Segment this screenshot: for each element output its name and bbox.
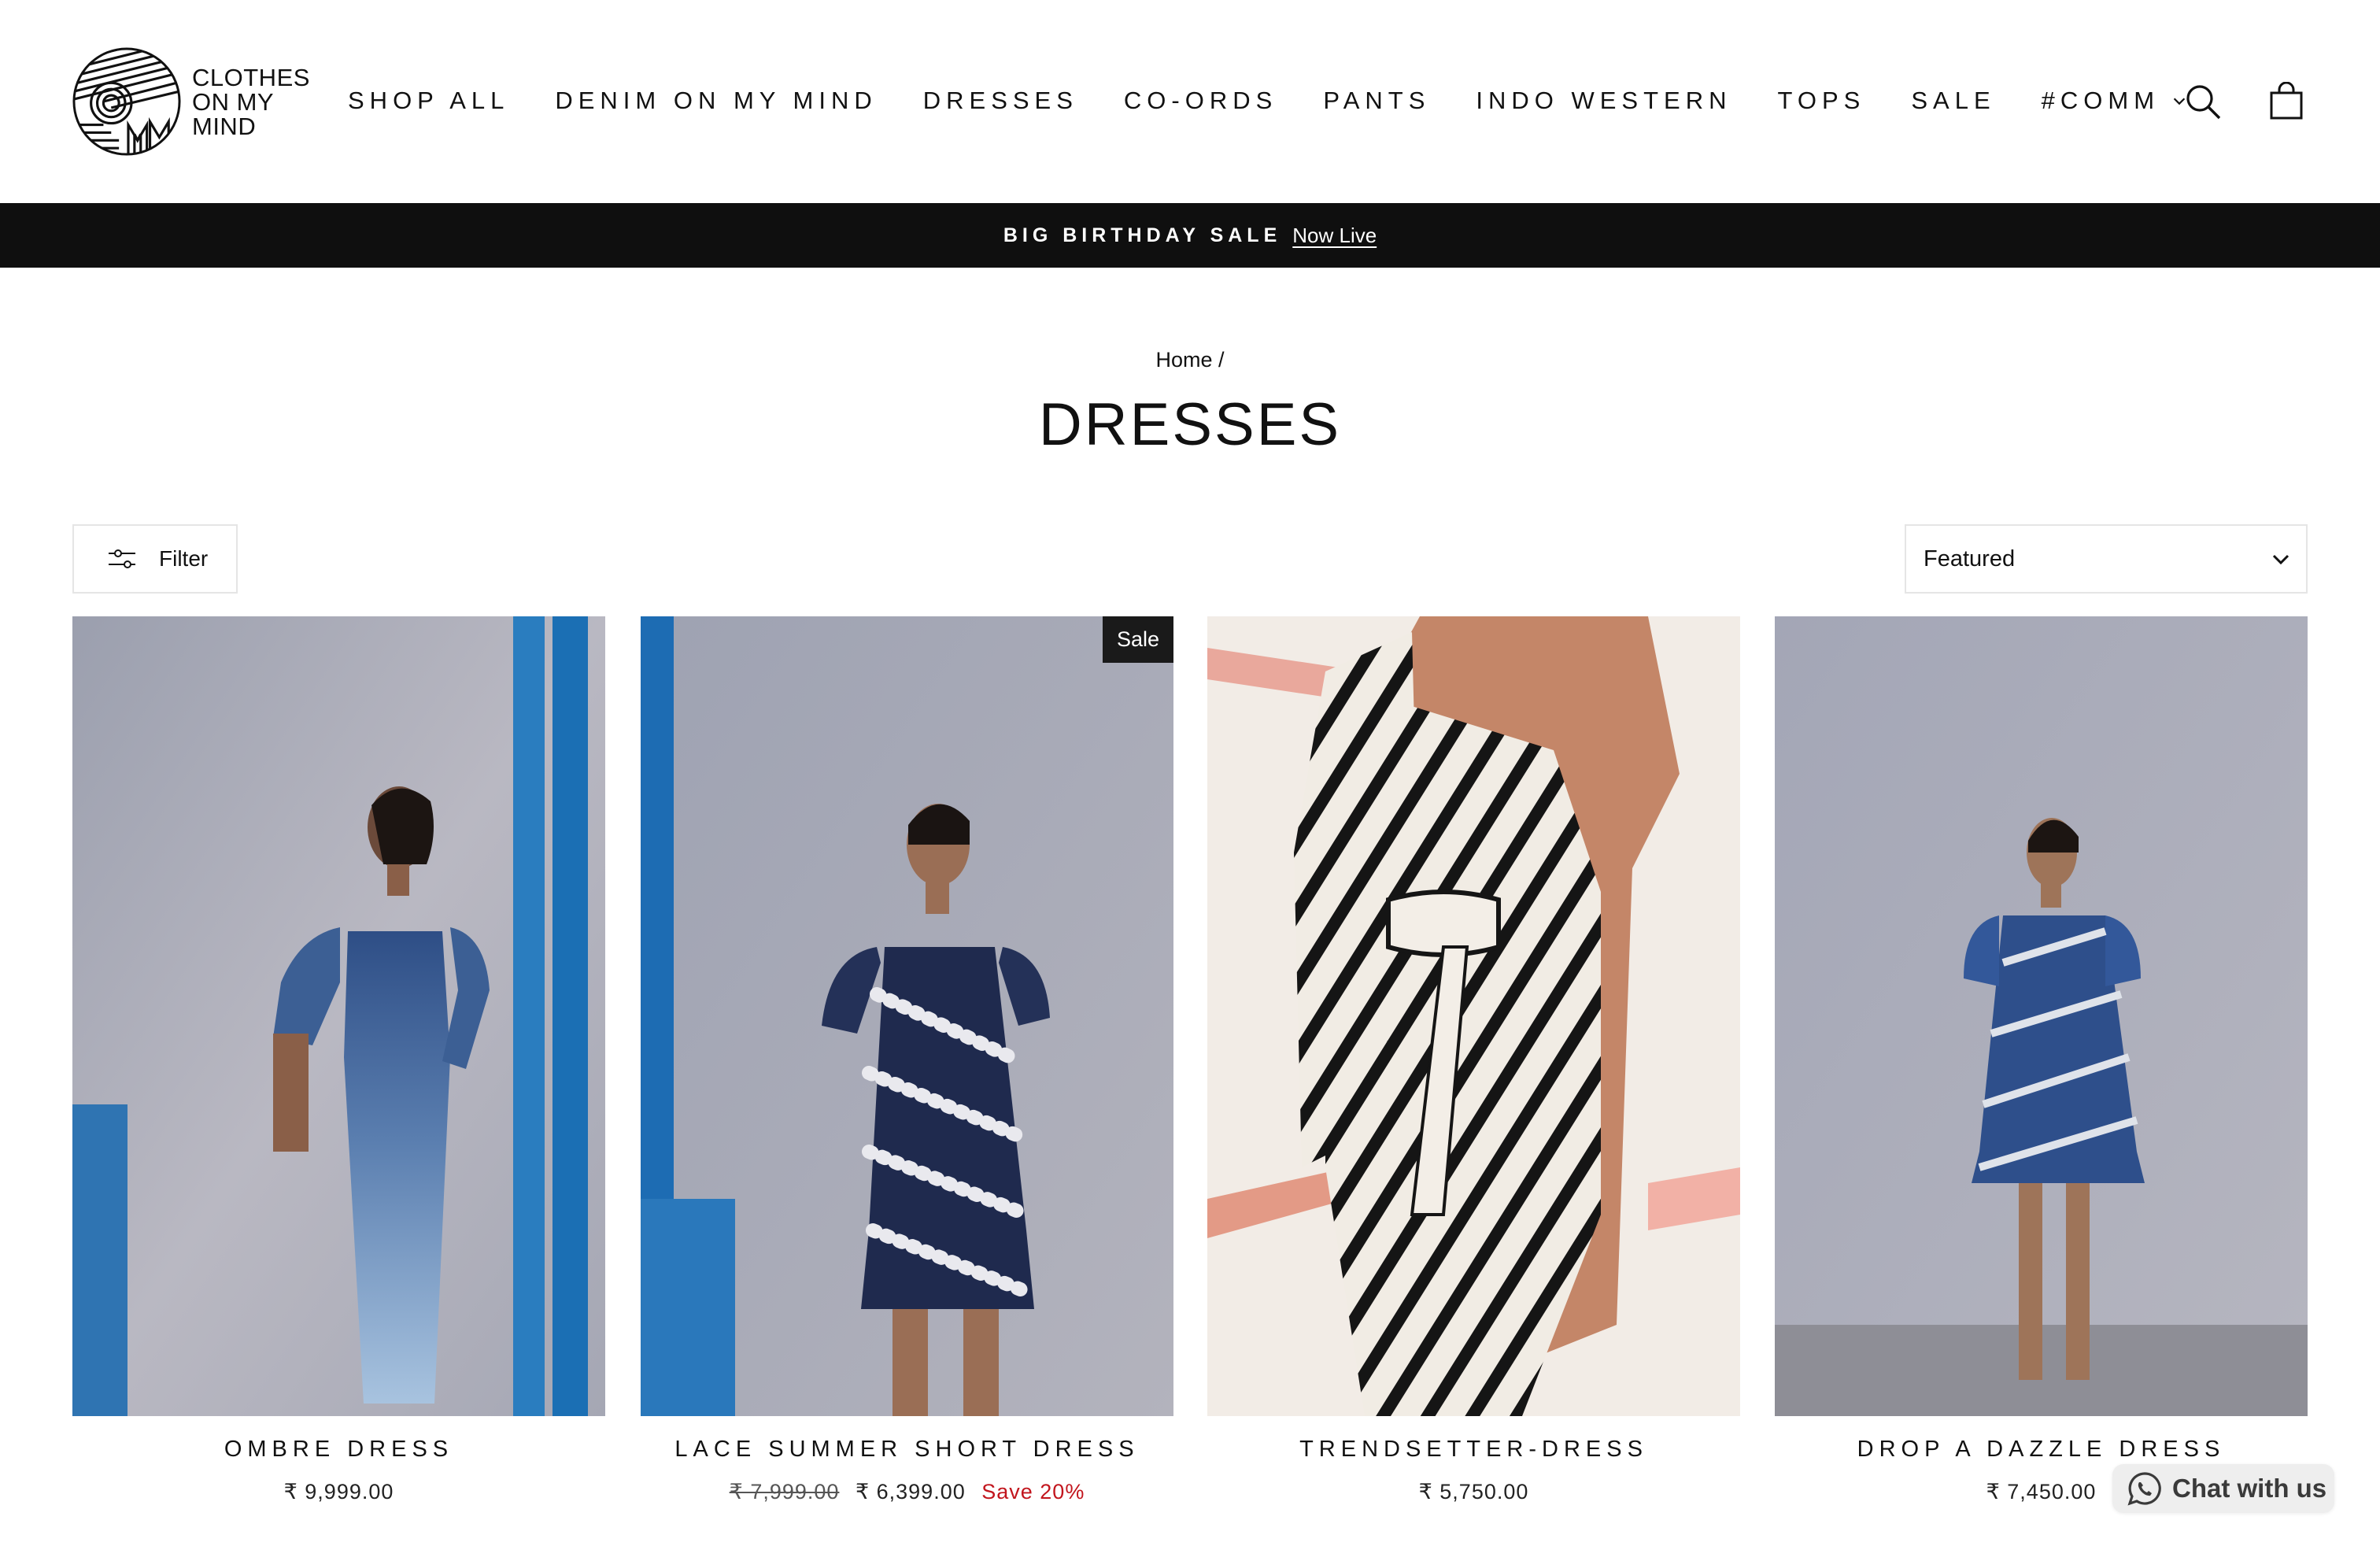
product-photo <box>72 616 605 1416</box>
breadcrumb-separator: / <box>1218 348 1225 372</box>
brand-logo-text: CLOTHES ON MY MIND <box>192 65 310 139</box>
product-image[interactable] <box>1775 616 2308 1416</box>
product-price: ₹ 5,750.00 <box>1207 1480 1740 1504</box>
chat-with-us-button[interactable]: Chat with us <box>2112 1464 2334 1513</box>
product-save-label: Save 20% <box>981 1480 1085 1503</box>
sort-select[interactable]: Featured <box>1905 524 2308 594</box>
product-photo <box>641 616 1173 1416</box>
product-compare-price: ₹ 7,999.00 <box>729 1480 840 1503</box>
brand-logo-line: CLOTHES <box>192 63 310 91</box>
product-current-price: ₹ 5,750.00 <box>1418 1480 1529 1503</box>
product-image[interactable] <box>1207 616 1740 1416</box>
nav-item-denim-on-my-mind[interactable]: DENIM ON MY MIND <box>555 87 877 115</box>
page-title: DRESSES <box>1038 391 1342 458</box>
product-name[interactable]: OMBRE DRESS <box>72 1437 605 1463</box>
product-image[interactable] <box>72 616 605 1416</box>
breadcrumb-home-link[interactable]: Home <box>1155 348 1212 372</box>
chevron-down-icon <box>2272 554 2289 565</box>
brand-logo-line: ON MY <box>192 87 275 116</box>
announcement-link[interactable]: Now Live <box>1292 224 1377 248</box>
product-card[interactable]: TRENDSETTER-DRESS ₹ 5,750.00 <box>1207 616 1740 1504</box>
product-card[interactable]: DROP A DAZZLE DRESS ₹ 7,450.00 <box>1775 616 2308 1504</box>
product-current-price: ₹ 7,450.00 <box>1986 1480 2097 1503</box>
product-price: ₹ 7,999.00 ₹ 6,399.00 Save 20% <box>641 1480 1173 1504</box>
product-photo <box>1775 616 2308 1416</box>
product-card[interactable]: OMBRE DRESS ₹ 9,999.00 <box>72 616 605 1504</box>
nav-item-pants[interactable]: PANTS <box>1323 87 1430 115</box>
product-price: ₹ 9,999.00 <box>72 1480 605 1504</box>
nav-item-comm[interactable]: #COMM <box>2042 87 2188 115</box>
product-name[interactable]: DROP A DAZZLE DRESS <box>1775 1437 2308 1463</box>
nav-item-tops[interactable]: TOPS <box>1778 87 1866 115</box>
product-photo <box>1207 616 1740 1416</box>
search-icon[interactable] <box>2183 82 2223 121</box>
sale-badge: Sale <box>1102 616 1173 663</box>
nav-item-indo-western[interactable]: INDO WESTERN <box>1476 87 1731 115</box>
whatsapp-icon <box>2127 1472 2161 1506</box>
nav-item-sale[interactable]: SALE <box>1911 87 1995 115</box>
product-current-price: ₹ 6,399.00 <box>855 1480 966 1503</box>
nav-item-shop-all[interactable]: SHOP ALL <box>348 87 509 115</box>
shopping-bag-icon[interactable] <box>2267 82 2306 121</box>
product-name[interactable]: LACE SUMMER SHORT DRESS <box>641 1437 1173 1463</box>
nav-item-dresses[interactable]: DRESSES <box>923 87 1078 115</box>
site-header: CLOTHES ON MY MIND SHOP ALL DENIM ON MY … <box>0 0 2380 203</box>
sort-select-value: Featured <box>1924 546 2016 571</box>
product-card[interactable]: Sale LACE SUMMER SHORT DRESS ₹ 7,999.00 … <box>641 616 1173 1504</box>
brand-logo-line: MIND <box>192 112 257 140</box>
product-image[interactable]: Sale <box>641 616 1173 1416</box>
brand-logo-mark-icon <box>72 47 181 156</box>
announcement-text: BIG BIRTHDAY SALE <box>1003 224 1282 246</box>
filter-button[interactable]: Filter <box>72 524 238 594</box>
filter-button-label: Filter <box>159 546 209 571</box>
nav-item-co-ords[interactable]: CO-ORDS <box>1124 87 1277 115</box>
filter-sliders-icon <box>109 549 135 568</box>
main-nav: SHOP ALL DENIM ON MY MIND DRESSES CO-ORD… <box>348 81 2234 120</box>
product-name[interactable]: TRENDSETTER-DRESS <box>1207 1437 1740 1463</box>
brand-logo[interactable]: CLOTHES ON MY MIND <box>72 46 309 157</box>
breadcrumb: Home / <box>0 348 2380 372</box>
announcement-bar: BIG BIRTHDAY SALE Now Live <box>0 203 2380 268</box>
nav-item-comm-label: #COMM <box>2041 87 2160 114</box>
product-current-price: ₹ 9,999.00 <box>283 1480 394 1503</box>
chat-label: Chat with us <box>2172 1474 2327 1503</box>
